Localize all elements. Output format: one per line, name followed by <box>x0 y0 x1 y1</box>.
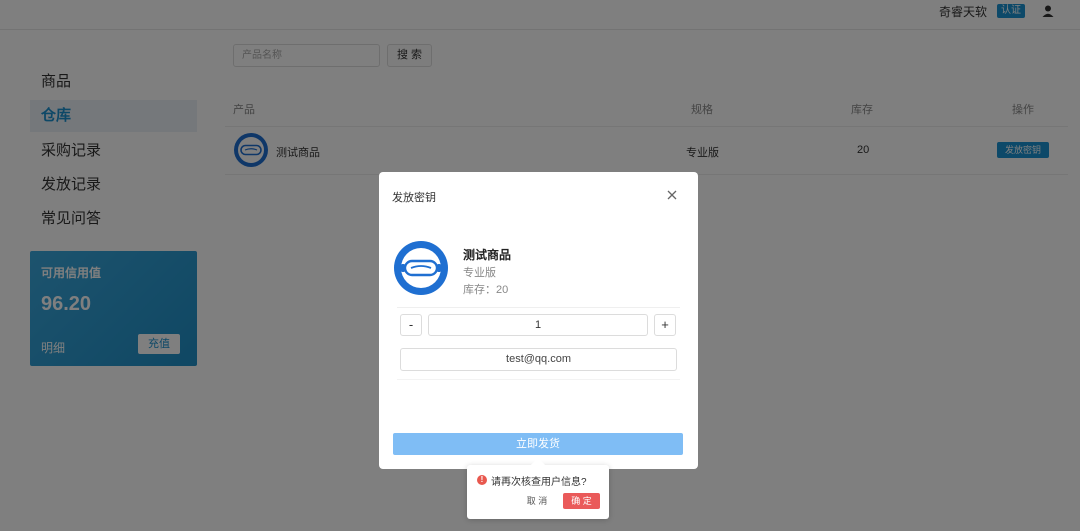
dialog-divider <box>397 379 680 380</box>
close-icon[interactable] <box>665 188 679 202</box>
confirm-message: 请再次核查用户信息? <box>491 477 587 488</box>
confirm-popover: ! 请再次核查用户信息? 取 消 确 定 <box>467 457 609 519</box>
warning-icon: ! <box>477 475 487 485</box>
dialog-product-spec: 专业版 <box>463 267 496 279</box>
quantity-decrement-button[interactable]: - <box>400 314 422 336</box>
email-input[interactable]: test@qq.com <box>400 348 677 371</box>
dialog-product-stock: 库存：20 <box>463 284 509 296</box>
quantity-increment-button[interactable]: + <box>654 314 676 336</box>
product-logo-icon <box>394 241 448 295</box>
ship-now-button[interactable]: 立即发货 <box>393 433 683 455</box>
dialog-title: 发放密钥 <box>392 192 436 204</box>
issue-key-dialog: 发放密钥 测试商品 专业版 库存：20 - 1 + test@qq.com 立即… <box>379 172 698 469</box>
quantity-input[interactable]: 1 <box>428 314 648 336</box>
cancel-button[interactable]: 取 消 <box>522 493 552 509</box>
dialog-product-name: 测试商品 <box>463 248 512 262</box>
confirm-button[interactable]: 确 定 <box>563 493 600 509</box>
dialog-divider <box>397 307 680 308</box>
